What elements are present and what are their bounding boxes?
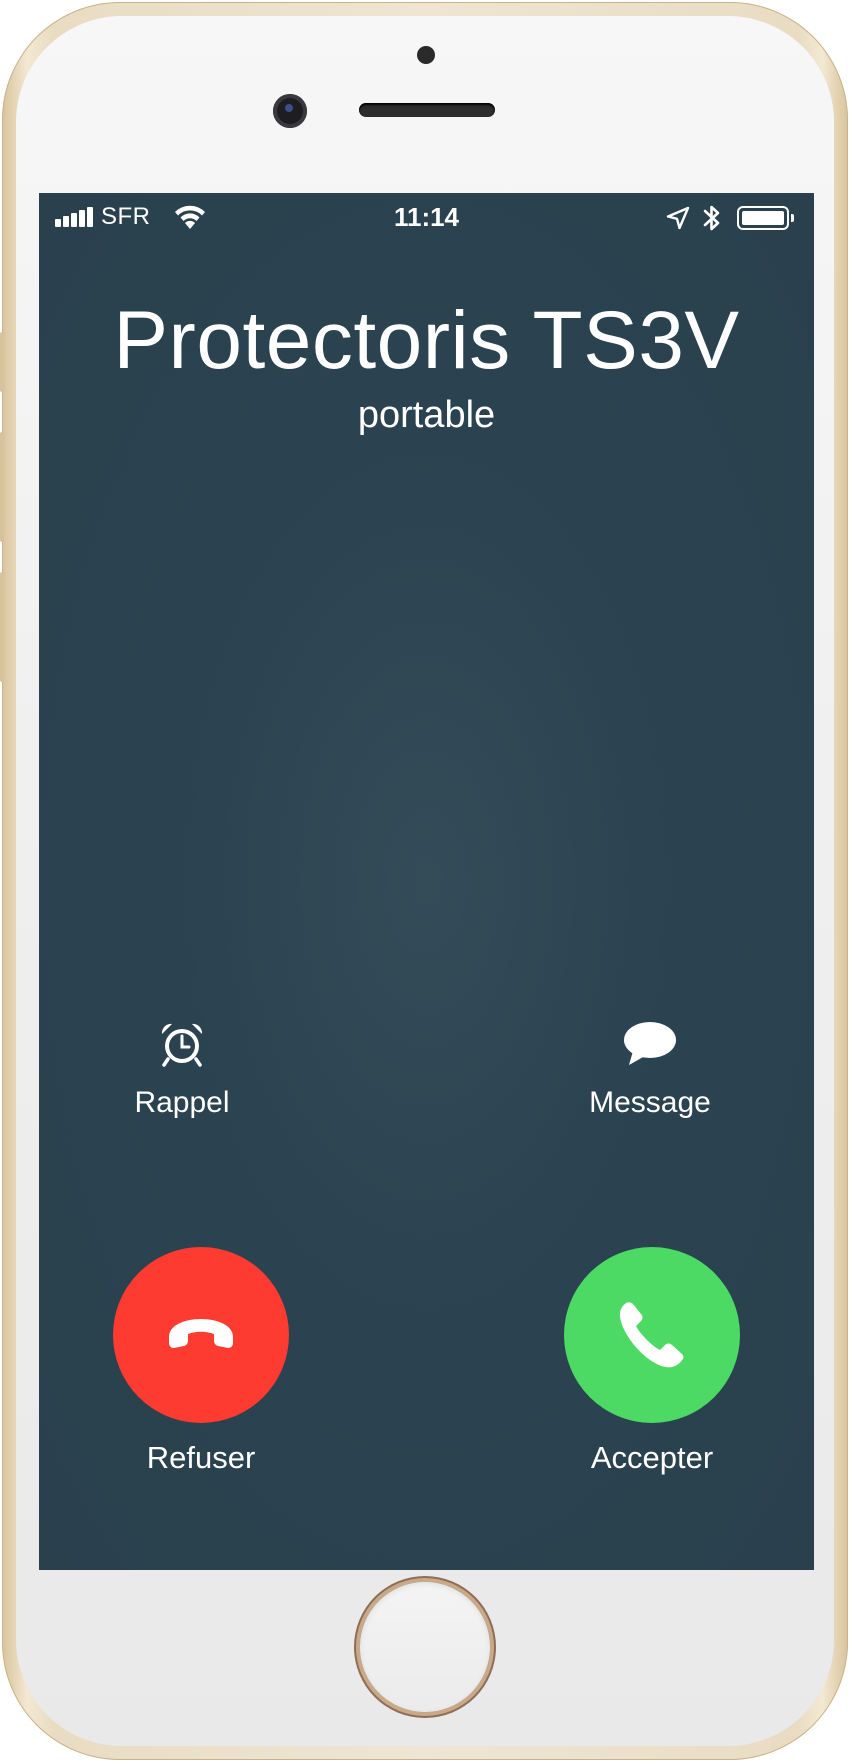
bluetooth-icon [703,205,720,231]
volume-up-button [0,432,4,542]
location-arrow-icon [666,206,690,230]
decline-label: Refuser [146,1440,256,1475]
phone-icon [619,1302,684,1368]
decline-button[interactable] [113,1247,289,1423]
home-button[interactable] [360,1582,490,1712]
remind-me-button[interactable]: Rappel [62,1085,302,1121]
status-bar: SFR 11:14 [39,193,814,251]
battery-level-fill [742,211,784,225]
volume-down-button [0,572,4,682]
accept-button[interactable] [564,1247,740,1423]
caller-name: Protectoris TS3V [113,295,740,386]
caller-subtitle: portable [357,394,496,436]
message-button[interactable]: Message [530,1085,770,1121]
speech-bubble-icon[interactable] [623,1021,677,1067]
proximity-sensor [417,46,435,64]
hang-up-phone-icon [169,1319,233,1348]
incoming-call-screen: SFR 11:14 Protectoris TS3V portable Rapp… [39,193,814,1570]
status-time: 11:14 [393,202,460,232]
front-camera [273,94,307,128]
alarm-clock-icon[interactable] [158,1020,206,1068]
battery-cap [791,214,794,222]
accept-label: Accepter [590,1440,714,1475]
earpiece-speaker [359,103,495,117]
battery-icon [737,206,789,230]
side-button [0,332,4,392]
